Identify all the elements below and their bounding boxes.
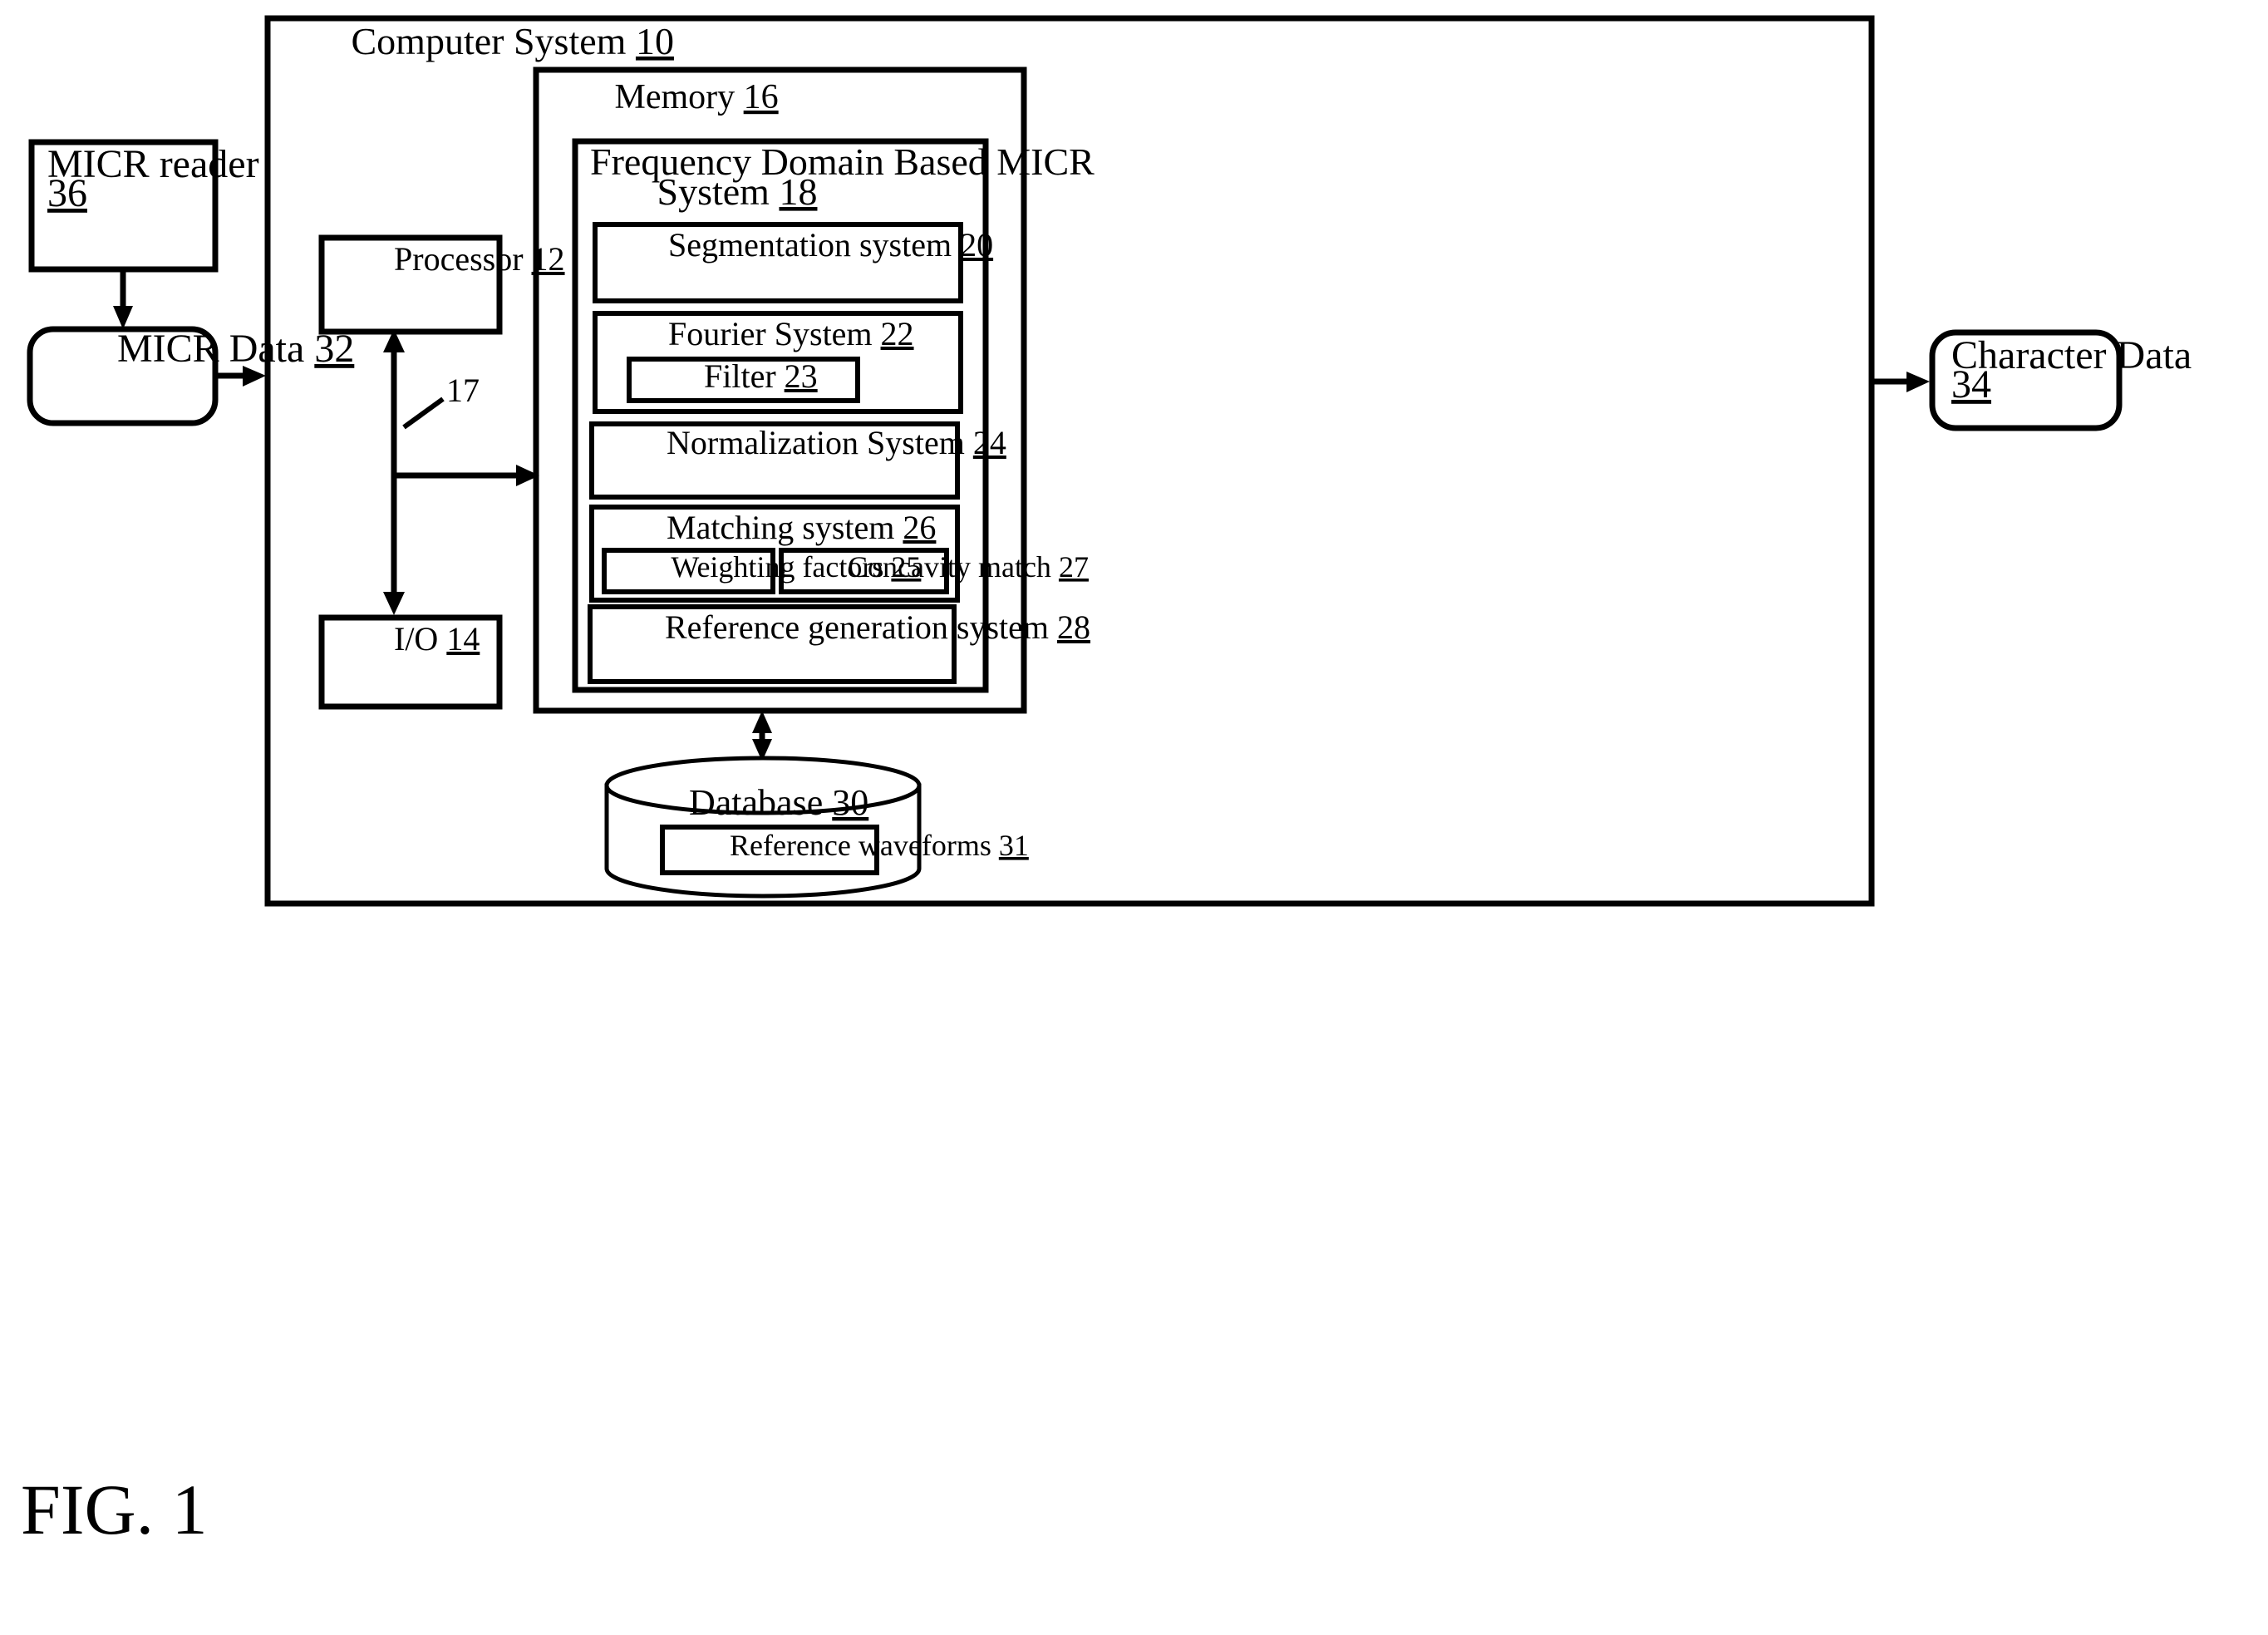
character-data-ref: 34 bbox=[1951, 362, 1991, 406]
segmentation-system-label: Segmentation system 20 bbox=[610, 226, 1035, 263]
io-label: I/O 14 bbox=[336, 620, 521, 657]
reference-waveforms-label: Reference waveforms 31 bbox=[677, 829, 1066, 862]
micr-reader-ref: 36 bbox=[47, 171, 87, 215]
computer-system-title: Computer System 10 bbox=[284, 20, 721, 62]
figure-label: FIG. 1 bbox=[21, 1470, 208, 1549]
bus-arrowhead-down bbox=[383, 592, 405, 615]
normalization-system-label: Normalization System 24 bbox=[608, 424, 1048, 461]
database-label: Database 30 bbox=[625, 782, 914, 823]
fourier-system-label: Fourier System 22 bbox=[610, 315, 956, 352]
memory-title: Memory 16 bbox=[553, 78, 822, 116]
concavity-match-label: Concavity match 27 bbox=[795, 550, 1126, 584]
memory-database-arrowhead-up bbox=[752, 711, 772, 733]
reference-generation-system-label: Reference generation system 28 bbox=[607, 608, 1132, 646]
micr-system-title-line2: System 18 bbox=[590, 170, 865, 213]
processor-label: Processor 12 bbox=[336, 240, 607, 278]
bus-leader-line bbox=[402, 396, 445, 430]
system-to-character-arrowhead bbox=[1906, 372, 1930, 392]
patent-figure: Computer System 10 Memory 16 Frequency D… bbox=[0, 0, 2268, 1635]
reader-to-data-arrowhead bbox=[113, 306, 133, 329]
figure-1-block-diagram: Computer System 10 Memory 16 Frequency D… bbox=[21, 15, 2192, 1549]
micr-data-label: MICR Data 32 bbox=[47, 327, 404, 371]
matching-system-label: Matching system 26 bbox=[608, 509, 977, 546]
bus-ref-label: 17 bbox=[446, 372, 480, 409]
filter-label: Filter 23 bbox=[646, 357, 859, 395]
